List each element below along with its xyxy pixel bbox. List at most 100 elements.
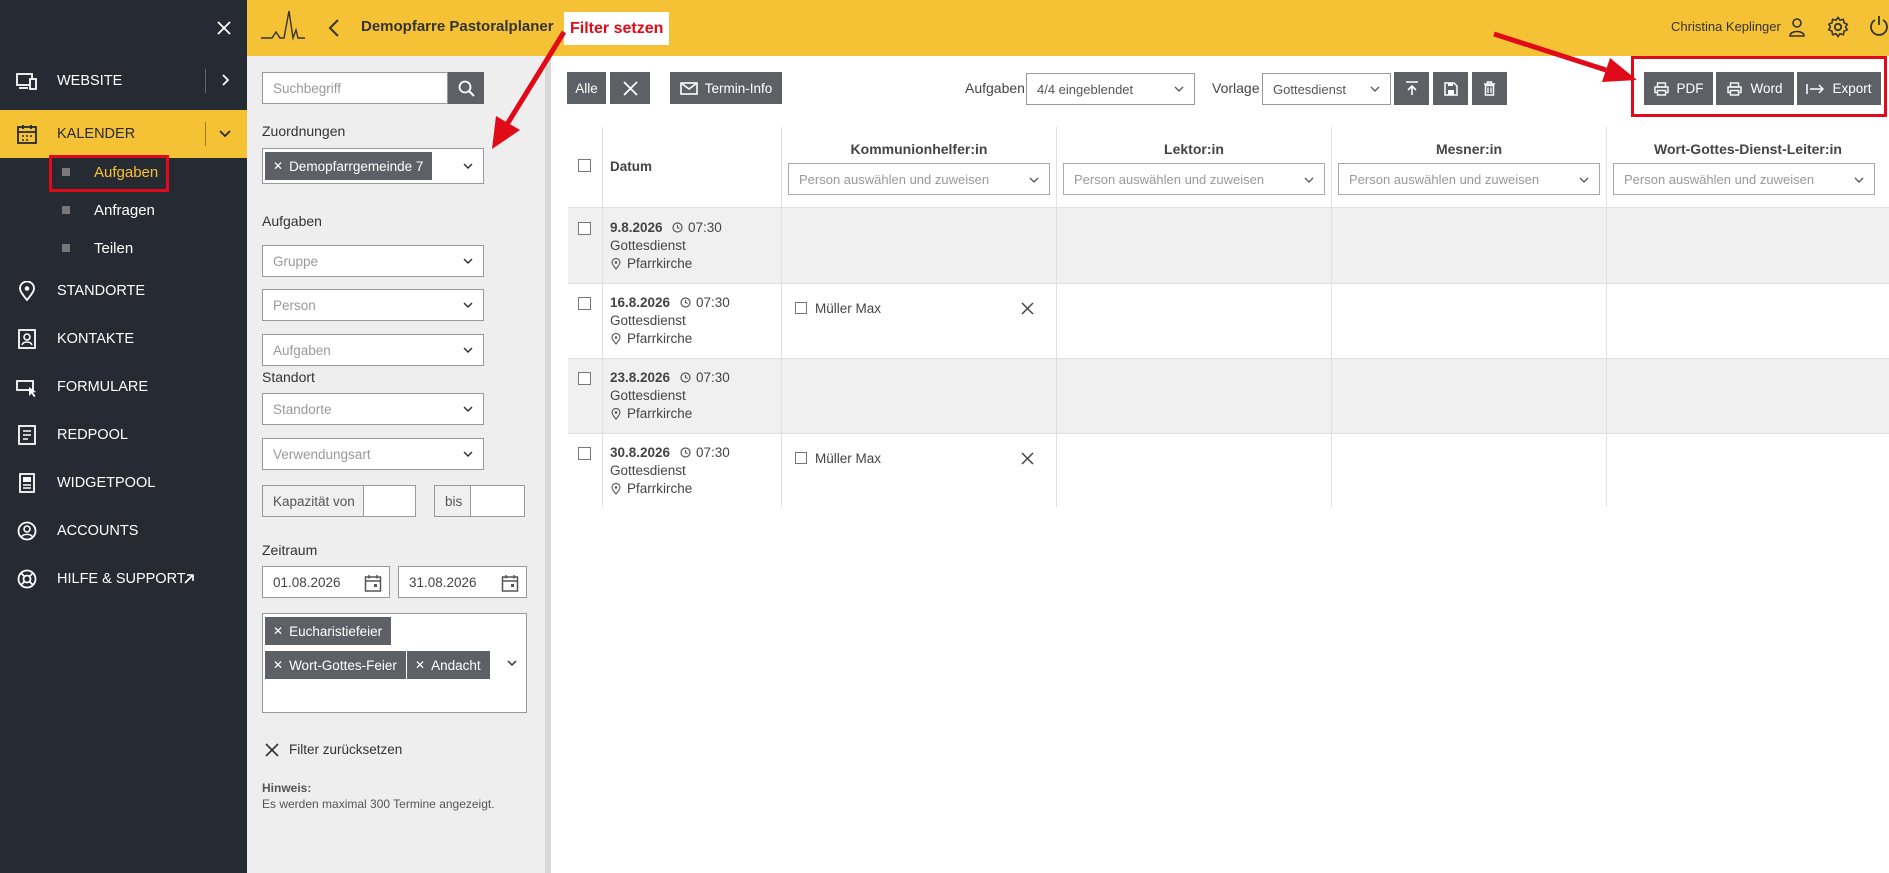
sidebar-item-kontakte[interactable]: KONTAKTE (0, 315, 247, 363)
event-type-chip[interactable]: ✕ Wort-Gottes-Feier (265, 651, 406, 679)
close-icon (622, 80, 638, 96)
select-all-checkbox[interactable] (578, 159, 591, 172)
chevron-down-icon[interactable] (218, 126, 232, 140)
export-button[interactable]: Export (1797, 72, 1881, 105)
remove-icon[interactable]: ✕ (273, 658, 283, 672)
chevron-down-icon (1370, 86, 1380, 92)
event-type-chip[interactable]: ✕ Eucharistiefeier (265, 617, 392, 645)
aufgaben-select[interactable]: Aufgaben (262, 334, 484, 366)
assignment-checkbox[interactable] (795, 452, 807, 464)
person-select[interactable]: Person (262, 289, 484, 321)
sidebar-item-redpool[interactable]: REDPOOL (0, 411, 247, 459)
clock-icon (680, 297, 691, 308)
sidebar-item-hilfe[interactable]: HILFE & SUPPORT (0, 555, 247, 603)
save-template-button[interactable] (1433, 72, 1468, 105)
scrollbar[interactable] (545, 56, 551, 873)
mail-icon (679, 81, 698, 95)
row-checkbox[interactable] (578, 447, 591, 460)
user-name: Christina Keplinger (1671, 19, 1781, 34)
export-arrow-icon (1806, 83, 1825, 94)
select-placeholder: Person auswählen und zuweisen (1074, 171, 1265, 187)
upload-template-button[interactable] (1394, 72, 1429, 105)
select-placeholder: Person auswählen und zuweisen (1349, 171, 1540, 187)
search-input[interactable]: Suchbegriff (262, 72, 448, 104)
sidebar-item-kalender[interactable]: KALENDER (0, 110, 247, 158)
row-checkbox[interactable] (578, 297, 591, 310)
widget-icon (19, 473, 35, 493)
chevron-right-icon[interactable] (218, 73, 232, 87)
account-circle-icon (17, 521, 37, 541)
zuordnungen-label: Zuordnungen (262, 123, 346, 139)
kapazitaet-von-input[interactable] (364, 485, 416, 517)
vorlage-select[interactable]: Gottesdienst (1262, 73, 1391, 105)
standorte-select[interactable]: Standorte (262, 393, 484, 425)
close-icon[interactable] (213, 17, 235, 39)
event-type-chip[interactable]: ✕ Andacht (407, 651, 490, 679)
grid-line (1056, 127, 1057, 507)
termin-info-button[interactable]: Termin-Info (670, 72, 782, 104)
hint-title: Hinweis: (262, 781, 312, 795)
location-pin-icon (19, 281, 35, 301)
sidebar-item-widgetpool[interactable]: WIDGETPOOL (0, 459, 247, 507)
chevron-down-icon (463, 163, 473, 170)
sidebar-item-accounts[interactable]: ACCOUNTS (0, 507, 247, 555)
bullet (62, 244, 70, 252)
person-assign-select[interactable]: Person auswählen und zuweisen (1338, 163, 1600, 195)
settings-gear-icon[interactable] (1827, 16, 1849, 38)
word-button[interactable]: Word (1716, 72, 1794, 105)
reset-filter-button[interactable]: Filter zurücksetzen (265, 742, 402, 757)
select-value: Gottesdienst (1273, 81, 1346, 97)
sidebar-item-standorte[interactable]: STANDORTE (0, 267, 247, 315)
vorlage-label: Vorlage (1212, 80, 1260, 96)
grid-line (1606, 127, 1607, 507)
zuordnung-chip[interactable]: ✕ Demopfarrgemeinde 7 (265, 152, 433, 180)
location-pin-icon (611, 483, 621, 495)
row-checkbox[interactable] (578, 222, 591, 235)
gruppe-select[interactable]: Gruppe (262, 245, 484, 277)
chevron-down-icon (1029, 177, 1039, 183)
remove-icon[interactable]: ✕ (273, 624, 283, 638)
power-icon[interactable] (1869, 15, 1889, 37)
row-date: 30.8.2026 (610, 445, 671, 460)
calendar-icon[interactable] (501, 574, 519, 592)
person-assign-select[interactable]: Person auswählen und zuweisen (788, 163, 1050, 195)
sidebar-item-label: WIDGETPOOL (57, 475, 156, 491)
remove-icon[interactable]: ✕ (415, 658, 425, 672)
date-from-value: 01.08.2026 (273, 574, 341, 590)
clock-icon (680, 447, 691, 458)
date-to-input[interactable]: 31.08.2026 (398, 566, 527, 598)
upload-icon (1405, 81, 1418, 95)
row-checkbox[interactable] (578, 372, 591, 385)
select-placeholder: Person auswählen und zuweisen (1624, 171, 1815, 187)
sidebar-subitem-teilen[interactable]: Teilen (52, 233, 133, 263)
kapazitaet-bis-input[interactable] (471, 485, 525, 517)
person-assign-select[interactable]: Person auswählen und zuweisen (1613, 163, 1875, 195)
search-button[interactable] (448, 72, 484, 104)
remove-assignment-icon[interactable] (1021, 452, 1034, 465)
column-header-mesner: Mesner:in (1435, 141, 1503, 157)
assigned-person: Müller Max (815, 301, 882, 316)
chevron-down-icon (463, 258, 473, 265)
user-icon[interactable] (1788, 17, 1806, 37)
grid-line (1331, 127, 1332, 507)
assignment-checkbox[interactable] (795, 302, 807, 314)
calendar-icon[interactable] (364, 574, 382, 592)
kapazitaet-von-label: Kapazität von (262, 485, 364, 517)
pdf-button[interactable]: PDF (1644, 72, 1713, 105)
verwendungsart-select[interactable]: Verwendungsart (262, 438, 484, 470)
clear-selection-button[interactable] (610, 72, 650, 104)
termin-info-label: Termin-Info (704, 80, 773, 96)
pdf-label: PDF (1676, 81, 1704, 96)
sidebar-subitem-anfragen[interactable]: Anfragen (52, 195, 155, 225)
sidebar-item-formulare[interactable]: FORMULARE (0, 363, 247, 411)
sidebar-item-website[interactable]: WEBSITE (0, 57, 247, 105)
back-arrow-icon[interactable] (327, 18, 341, 38)
aufgaben-visibility-select[interactable]: 4/4 eingeblendet (1026, 73, 1195, 105)
aufgaben-label: Aufgaben (262, 213, 322, 229)
remove-icon[interactable]: ✕ (273, 159, 283, 173)
date-from-input[interactable]: 01.08.2026 (262, 566, 390, 598)
remove-assignment-icon[interactable] (1021, 302, 1034, 315)
printer-icon (1727, 81, 1743, 96)
chip-label: Wort-Gottes-Feier (289, 657, 397, 673)
person-assign-select[interactable]: Person auswählen und zuweisen (1063, 163, 1325, 195)
